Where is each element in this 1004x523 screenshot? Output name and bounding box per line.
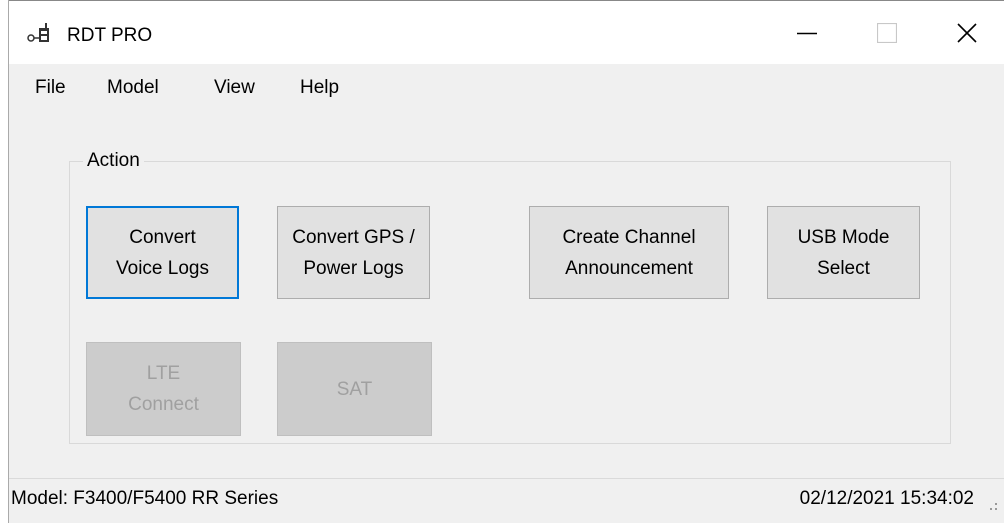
status-datetime: 02/12/2021 15:34:02 <box>799 488 974 509</box>
title-bar[interactable]: RDT PRO <box>9 0 1004 64</box>
maximize-icon <box>877 23 897 43</box>
create-channel-announcement-button[interactable]: Create Channel Announcement <box>529 206 729 299</box>
convert-voice-logs-button[interactable]: Convert Voice Logs <box>86 206 239 299</box>
maximize-button[interactable] <box>855 1 919 65</box>
convert-gps-power-logs-button[interactable]: Convert GPS / Power Logs <box>277 206 430 299</box>
menu-model[interactable]: Model <box>107 77 159 99</box>
status-bar: Model: F3400/F5400 RR Series 02/12/2021 … <box>9 478 1004 523</box>
resize-grip-icon[interactable] <box>986 499 998 517</box>
action-group-label: Action <box>83 150 144 172</box>
window-title: RDT PRO <box>67 25 153 46</box>
menu-help[interactable]: Help <box>300 77 339 99</box>
close-icon <box>957 23 977 43</box>
app-radio-icon <box>27 23 57 48</box>
minimize-button[interactable] <box>775 1 839 65</box>
sat-button[interactable]: SAT <box>277 342 432 436</box>
menu-view[interactable]: View <box>214 77 255 99</box>
usb-mode-select-button[interactable]: USB Mode Select <box>767 206 920 299</box>
menu-file[interactable]: File <box>35 77 66 99</box>
minimize-icon <box>797 32 817 35</box>
lte-connect-button[interactable]: LTE Connect <box>86 342 241 436</box>
menu-bar: File Model View Help <box>9 64 1004 112</box>
status-model-text: Model: F3400/F5400 RR Series <box>11 488 279 509</box>
close-button[interactable] <box>935 1 999 65</box>
app-window: RDT PRO File Model View Help Action Conv… <box>8 0 1004 523</box>
